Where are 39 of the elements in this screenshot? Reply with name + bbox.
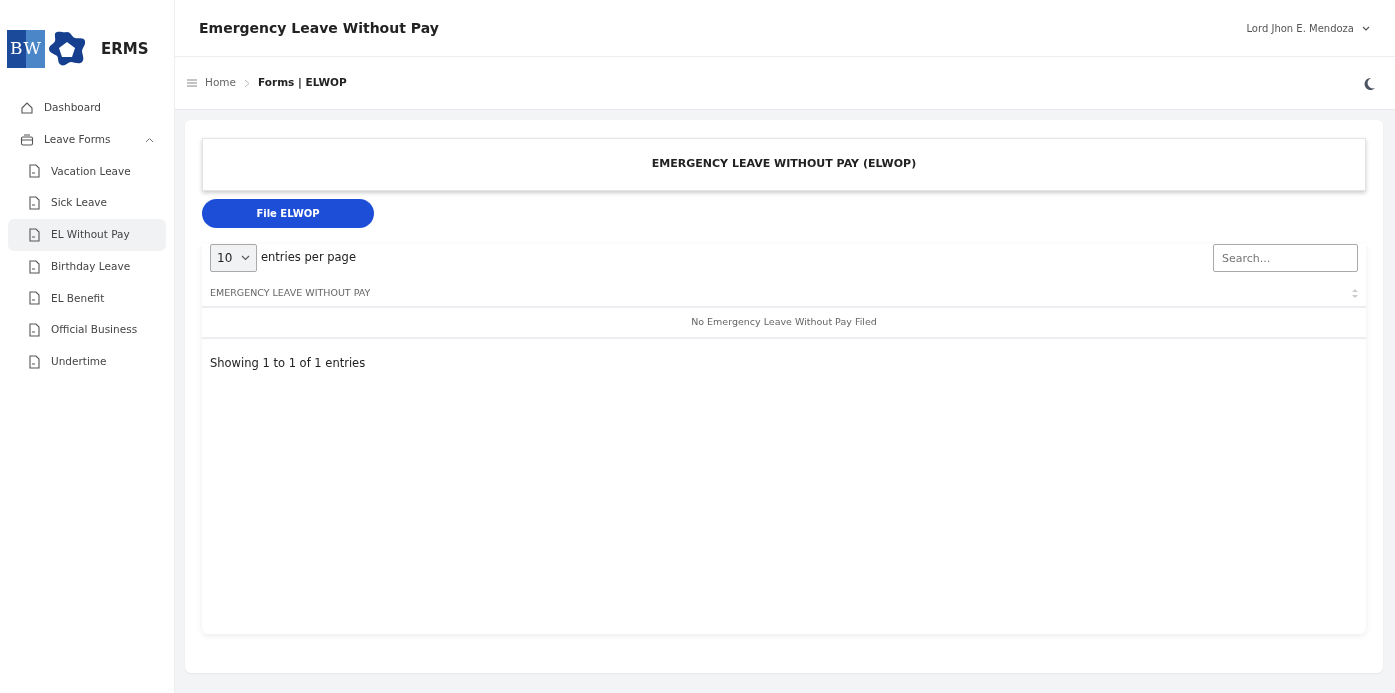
logo-mark: BW — [7, 30, 45, 68]
sidebar-item[interactable]: Dashboard — [8, 92, 166, 124]
sidebar-item[interactable]: EL Benefit — [8, 282, 166, 315]
document-icon — [28, 354, 41, 369]
search-field[interactable]: Search... — [1213, 244, 1358, 272]
menu-icon — [187, 79, 197, 87]
document-icon — [28, 323, 41, 338]
table-info: Showing 1 to 1 of 1 entries — [209, 354, 367, 372]
breadcrumb-link[interactable]: Home — [205, 75, 236, 91]
moon-icon — [1364, 77, 1375, 90]
sidebar-item[interactable]: EL Without Pay — [8, 219, 166, 251]
sidebar-item[interactable]: Undertime — [8, 346, 166, 378]
page-size-label: entries per page — [261, 249, 356, 267]
document-icon — [28, 227, 41, 242]
document-icon — [28, 196, 41, 211]
document-icon — [28, 259, 41, 274]
page-size-select[interactable]: 10 — [210, 244, 257, 272]
sort-icon — [1352, 287, 1358, 299]
column-header[interactable]: EMERGENCY LEAVE WITHOUT PAY — [210, 286, 371, 301]
tray-icon — [20, 132, 34, 147]
sidebar-item[interactable]: Birthday Leave — [8, 250, 166, 283]
breadcrumb-current: Forms | ELWOP — [258, 75, 347, 91]
sidebar-item[interactable]: Leave Forms — [8, 123, 166, 156]
brand-name: ERMS — [100, 38, 149, 60]
sidebar-item[interactable]: Official Business — [8, 314, 166, 346]
home-icon — [20, 100, 34, 115]
file-button[interactable]: File ELWOP — [202, 199, 374, 228]
form-title: EMERGENCY LEAVE WITHOUT PAY (ELWOP) — [202, 138, 1366, 191]
page-title: Emergency Leave Without Pay — [199, 18, 439, 38]
document-icon — [28, 291, 41, 306]
chevron-down-icon — [1362, 25, 1370, 31]
sidebar-item[interactable]: Sick Leave — [8, 187, 166, 219]
flower-logo-icon — [48, 31, 85, 67]
empty-message: No Emergency Leave Without Pay Filed — [691, 316, 877, 328]
chevron-down-icon — [241, 255, 250, 261]
user-menu[interactable]: Lord Jhon E. Mendoza — [1245, 19, 1371, 37]
sidebar-item[interactable]: Vacation Leave — [8, 155, 166, 188]
chevron-right-icon — [244, 78, 250, 88]
document-icon — [28, 164, 41, 179]
